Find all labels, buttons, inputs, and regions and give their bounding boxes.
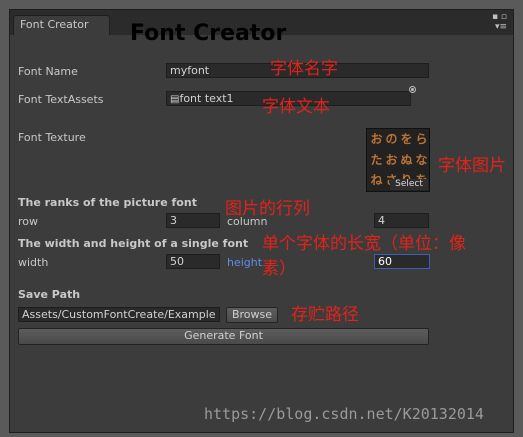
browse-button[interactable]: Browse bbox=[226, 307, 278, 323]
glyph-cell: ら bbox=[415, 132, 428, 146]
text-assets-value: font text1 bbox=[179, 92, 234, 105]
column-label: column bbox=[227, 215, 268, 228]
texture-slot[interactable]: お の を ら た お ぬ な ね さ り を Select bbox=[366, 128, 430, 192]
glyph-cell: の bbox=[385, 132, 398, 146]
save-path-input[interactable]: Assets/CustomFontCreate/Example bbox=[18, 307, 220, 322]
tab-font-creator[interactable]: Font Creator bbox=[13, 15, 110, 35]
page-title: Font Creator bbox=[130, 21, 287, 46]
texture-preview[interactable]: お の を ら た お ぬ な ね さ り を Select bbox=[366, 128, 430, 192]
texture-select-button[interactable]: Select bbox=[390, 179, 428, 190]
glyph-cell: ね bbox=[370, 173, 383, 187]
window-menu-icon[interactable]: ▪ ▫ ▾≡ bbox=[492, 12, 507, 32]
glyph-cell: た bbox=[370, 153, 383, 167]
text-assets-label: Font TextAssets bbox=[18, 93, 104, 106]
font-name-annotation: 字体名字 bbox=[270, 59, 338, 79]
font-name-label: Font Name bbox=[18, 65, 78, 78]
glyph-cell: な bbox=[415, 153, 428, 167]
row-label: row bbox=[18, 215, 39, 228]
size-heading: The width and height of a single font bbox=[18, 237, 249, 250]
glyph-cell: お bbox=[370, 132, 383, 146]
watermark: https://blog.csdn.net/K20132014 bbox=[204, 405, 484, 423]
size-annotation-line1: 单个字体的长宽（单位：像 bbox=[262, 234, 466, 254]
width-label: width bbox=[18, 256, 49, 269]
column-input[interactable]: 4 bbox=[374, 213, 429, 228]
glyph-cell: お bbox=[385, 153, 398, 167]
object-picker-icon[interactable] bbox=[409, 86, 416, 93]
glyph-cell: を bbox=[400, 132, 413, 146]
texture-label: Font Texture bbox=[18, 131, 86, 144]
generate-font-button[interactable]: Generate Font bbox=[18, 328, 429, 345]
texture-annotation: 字体图片 bbox=[438, 156, 506, 176]
ranks-heading: The ranks of the picture font bbox=[18, 196, 197, 209]
size-annotation-line2: 素） bbox=[262, 259, 296, 279]
glyph-cell: ぬ bbox=[400, 153, 413, 167]
text-assets-annotation: 字体文本 bbox=[262, 97, 330, 117]
width-input[interactable]: 50 bbox=[166, 254, 220, 269]
height-input[interactable]: 60 bbox=[374, 254, 430, 269]
save-annotation: 存贮路径 bbox=[291, 305, 359, 325]
height-label: height bbox=[227, 256, 263, 269]
row-input[interactable]: 3 bbox=[166, 213, 220, 228]
save-heading: Save Path bbox=[18, 288, 81, 301]
